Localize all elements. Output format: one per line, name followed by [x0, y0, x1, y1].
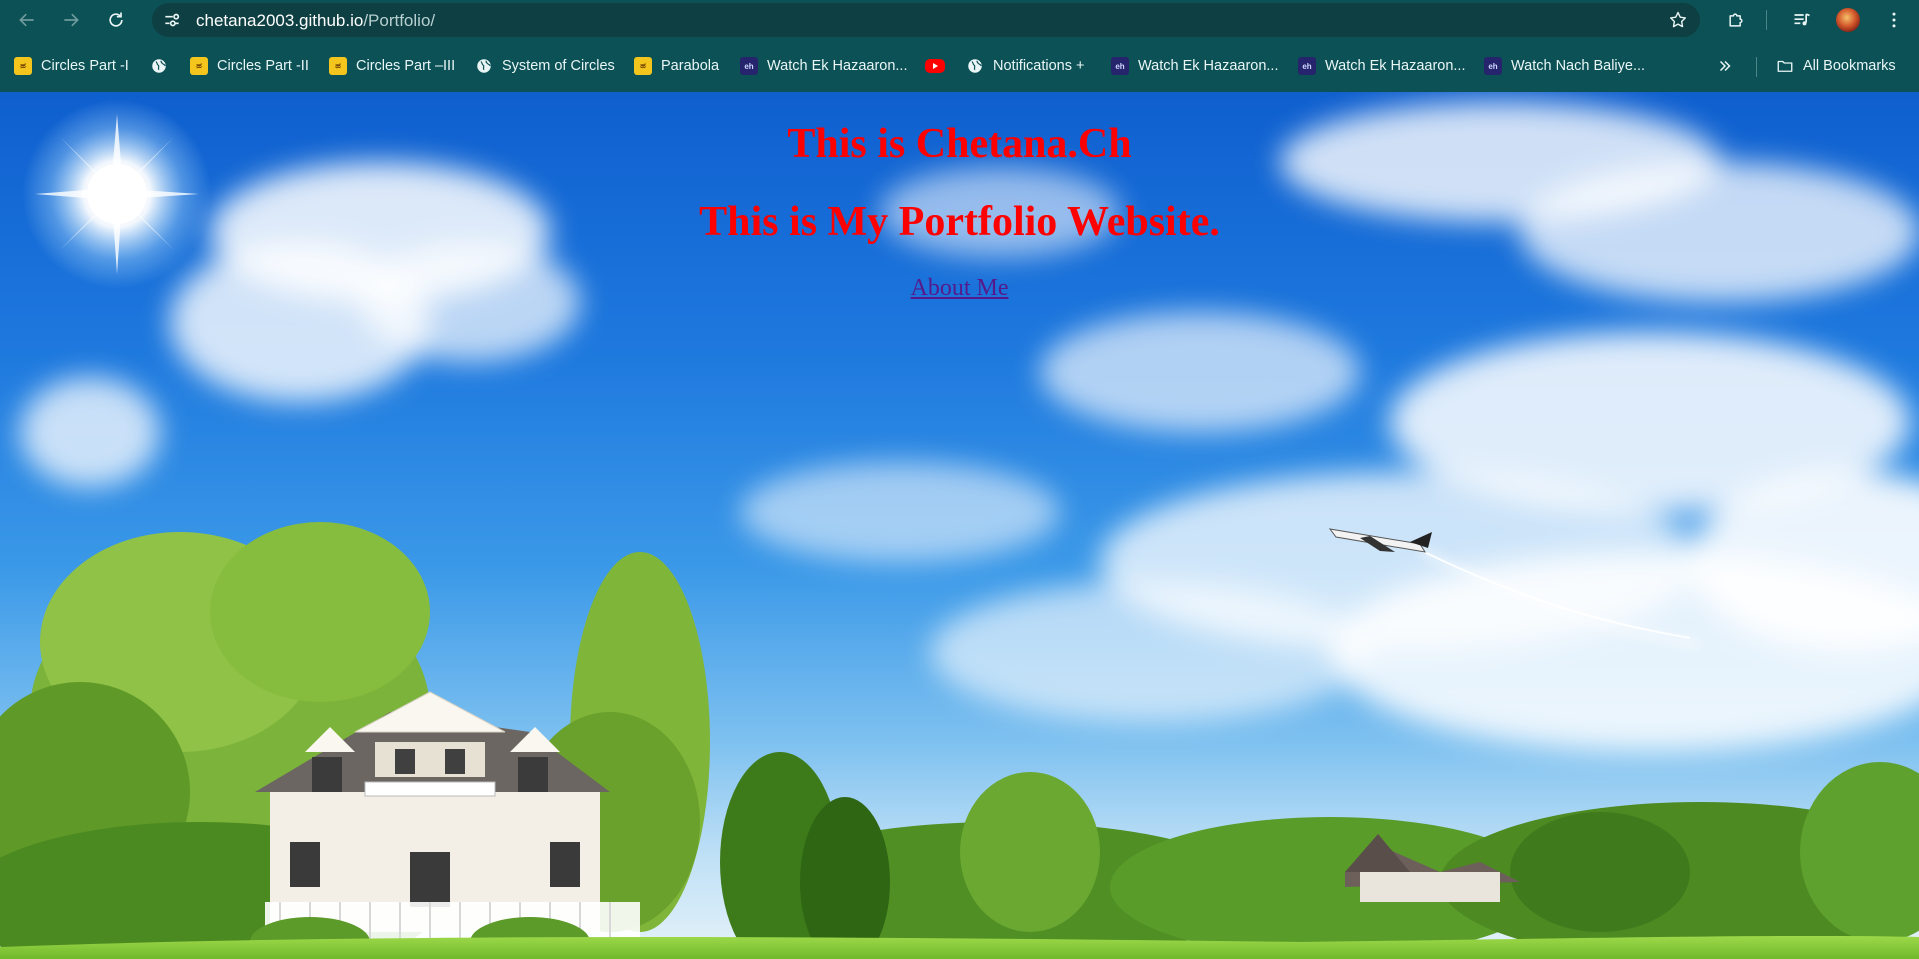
- reload-button[interactable]: [100, 4, 132, 36]
- address-bar[interactable]: chetana2003.github.io/Portfolio/: [152, 3, 1700, 37]
- bookmark-label: Circles Part -I: [41, 58, 129, 74]
- about-me-link[interactable]: About Me: [911, 275, 1009, 301]
- browser-toolbar: chetana2003.github.io/Portfolio/: [0, 0, 1919, 40]
- youtube-icon: [925, 59, 945, 73]
- eh-site-icon: eh: [1298, 57, 1316, 75]
- browser-chrome: chetana2003.github.io/Portfolio/ ಹ Circl…: [0, 0, 1919, 92]
- bookmark-item[interactable]: System of Circles: [475, 55, 615, 77]
- bookmark-item[interactable]: [925, 55, 954, 77]
- yellow-site-icon: ಹ: [14, 57, 32, 75]
- all-bookmarks-button[interactable]: All Bookmarks: [1776, 55, 1896, 77]
- url-path: /Portfolio/: [363, 11, 436, 30]
- page-subtitle: This is My Portfolio Website.: [699, 199, 1220, 245]
- bookmark-item[interactable]: ಹ Circles Part -II: [190, 55, 309, 77]
- media-controls-button[interactable]: [1786, 4, 1818, 36]
- bookmark-item[interactable]: eh Watch Ek Hazaaron...: [1298, 55, 1466, 77]
- bookmark-item[interactable]: Notifications +: [966, 55, 1084, 77]
- bookmark-label: Parabola: [661, 58, 720, 74]
- tree-line: [720, 752, 1919, 959]
- globe-icon: [150, 57, 168, 75]
- eh-site-icon: eh: [1484, 57, 1502, 75]
- bookmark-star-icon[interactable]: [1666, 8, 1690, 32]
- bookmark-label: Notifications +: [993, 58, 1085, 74]
- arrow-right-icon: [64, 13, 79, 27]
- bookmark-item[interactable]: ಹ Parabola: [634, 55, 719, 77]
- arrow-left-icon: [19, 13, 34, 27]
- extensions-button[interactable]: [1720, 4, 1752, 36]
- bookmark-label: Circles Part –III: [356, 58, 456, 74]
- avatar: [1836, 8, 1860, 32]
- globe-icon: [966, 57, 984, 75]
- bookmark-item[interactable]: [150, 55, 177, 77]
- bookmarks-bar: ಹ Circles Part -I ಹ Circles Part -II ಹ C…: [0, 46, 1919, 86]
- folder-icon: [1776, 57, 1794, 75]
- bookmark-item[interactable]: eh Watch Ek Hazaaron...: [740, 55, 908, 77]
- double-chevron-right-icon: [1719, 60, 1731, 72]
- site-info-icon[interactable]: [160, 8, 184, 32]
- yellow-site-icon: ಹ: [190, 57, 208, 75]
- bookmark-label: Watch Nach Baliye...: [1511, 58, 1646, 74]
- bookmark-item[interactable]: eh Watch Ek Hazaaron...: [1111, 55, 1279, 77]
- url-host: chetana2003.github.io: [196, 11, 364, 30]
- bookmarks-divider: [1756, 57, 1757, 77]
- page-viewport: This is Chetana.Ch This is My Portfolio …: [0, 92, 1919, 959]
- bookmark-label: Watch Ek Hazaaron...: [1138, 58, 1279, 74]
- bookmark-label: Circles Part -II: [217, 58, 309, 74]
- profile-avatar-button[interactable]: [1832, 4, 1864, 36]
- globe-icon: [475, 57, 493, 75]
- kebab-menu-icon: [1892, 12, 1896, 28]
- more-bookmarks-button[interactable]: [1716, 55, 1734, 77]
- all-bookmarks-label: All Bookmarks: [1803, 58, 1896, 74]
- bookmark-item[interactable]: eh Watch Nach Baliye...: [1484, 55, 1645, 77]
- about-me-container: About Me: [0, 274, 1919, 302]
- browser-menu-button[interactable]: [1878, 4, 1910, 36]
- eh-site-icon: eh: [1111, 57, 1129, 75]
- puzzle-icon: [1729, 13, 1743, 27]
- bookmark-label: Watch Ek Hazaaron...: [767, 58, 908, 74]
- yellow-site-icon: ಹ: [634, 57, 652, 75]
- bookmark-label: System of Circles: [502, 58, 615, 74]
- music-queue-icon: [1794, 13, 1810, 26]
- eh-site-icon: eh: [740, 57, 758, 75]
- url-text: chetana2003.github.io/Portfolio/: [196, 11, 435, 30]
- bookmark-item[interactable]: ಹ Circles Part –III: [329, 55, 455, 77]
- forward-button[interactable]: [55, 4, 87, 36]
- yellow-site-icon: ಹ: [329, 57, 347, 75]
- bookmark-label: Watch Ek Hazaaron...: [1325, 58, 1466, 74]
- page-title: This is Chetana.Ch: [787, 121, 1132, 167]
- bookmark-item[interactable]: ಹ Circles Part -I: [14, 55, 129, 77]
- back-button[interactable]: [11, 4, 43, 36]
- toolbar-divider: [1766, 10, 1767, 30]
- reload-icon: [109, 12, 123, 27]
